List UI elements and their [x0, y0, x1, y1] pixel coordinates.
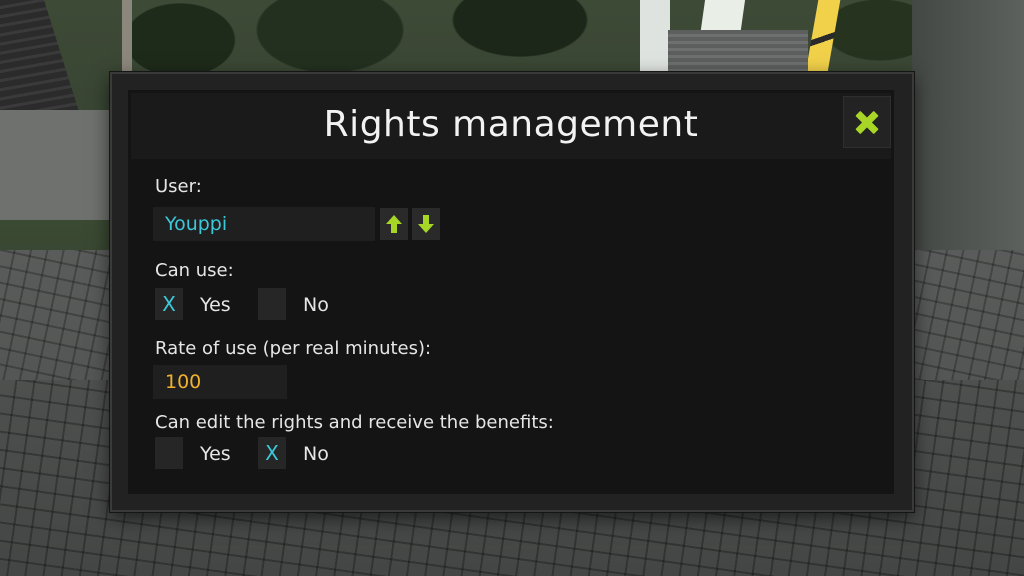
rate-of-use-value: 100 — [165, 371, 202, 393]
can-use-yes-checkbox[interactable]: X — [155, 288, 183, 320]
user-label: User: — [155, 176, 202, 197]
can-edit-no-checkbox[interactable]: X — [258, 437, 286, 469]
arrow-down-icon — [418, 215, 434, 233]
can-use-no-checkbox[interactable] — [258, 288, 286, 320]
can-edit-yes-label: Yes — [200, 443, 231, 465]
can-edit-rights-label: Can edit the rights and receive the bene… — [155, 412, 554, 433]
building-wall — [912, 0, 1024, 250]
check-mark: X — [162, 292, 176, 316]
user-name-field: Youppi — [153, 207, 375, 241]
rights-management-dialog: Rights management User: Youppi Can use: — [110, 72, 914, 512]
dialog-title-bar: Rights management — [131, 93, 891, 159]
house-wall — [0, 110, 110, 220]
rate-of-use-input[interactable]: 100 — [153, 365, 287, 399]
shed-roof — [668, 30, 808, 75]
user-next-button[interactable] — [412, 208, 440, 240]
user-name-value: Youppi — [165, 213, 228, 235]
dialog-body: Rights management User: Youppi Can use: — [128, 90, 894, 494]
can-edit-no-label: No — [303, 443, 329, 465]
pole — [122, 0, 132, 75]
check-mark — [258, 288, 286, 320]
check-mark — [155, 437, 183, 469]
user-previous-button[interactable] — [380, 208, 408, 240]
close-button[interactable] — [843, 96, 891, 148]
banner-flag — [640, 0, 670, 72]
can-use-label: Can use: — [155, 260, 234, 281]
dialog-title: Rights management — [323, 104, 699, 145]
can-use-no-label: No — [303, 294, 329, 316]
can-edit-yes-checkbox[interactable] — [155, 437, 183, 469]
arrow-up-icon — [386, 215, 402, 233]
check-mark: X — [265, 441, 279, 465]
can-use-yes-label: Yes — [200, 294, 231, 316]
rate-of-use-label: Rate of use (per real minutes): — [155, 338, 432, 359]
